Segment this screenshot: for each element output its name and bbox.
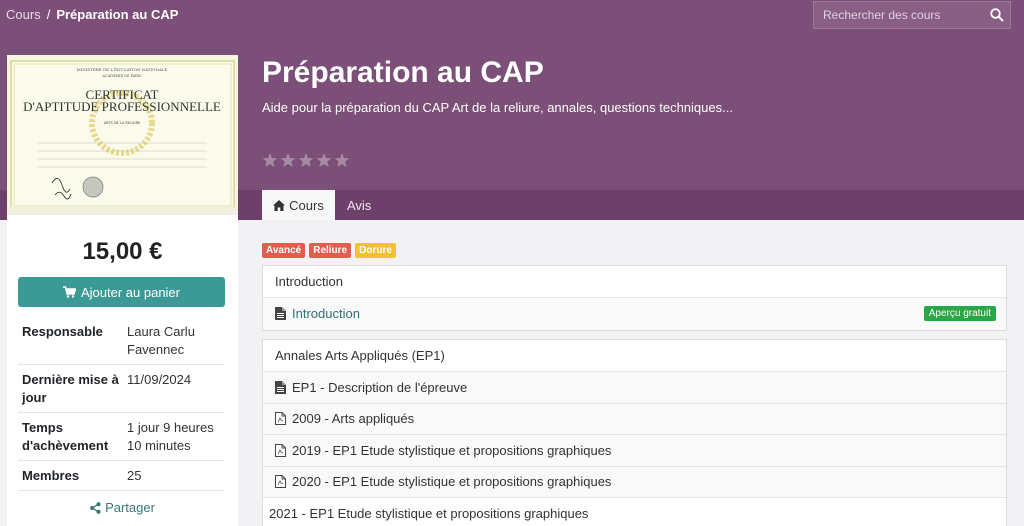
course-content: Avancé Reliure Dorure Introduction Intro…: [262, 243, 1007, 526]
info-key: Responsable: [22, 324, 103, 339]
course-price: 15,00 €: [82, 238, 163, 265]
search-input[interactable]: Rechercher des cours: [823, 8, 984, 22]
tab-avis-label: Avis: [347, 197, 372, 213]
lesson-label: 2019 - EP1 Etude stylistique et proposit…: [292, 442, 612, 458]
search-box[interactable]: Rechercher des cours: [813, 1, 1011, 29]
star-icon: [298, 153, 314, 167]
svg-text:ACADÉMIE DE PARIS: ACADÉMIE DE PARIS: [101, 73, 142, 78]
top-bar: Cours / Préparation au CAP Rechercher de…: [0, 0, 1024, 30]
tab-avis[interactable]: Avis: [347, 190, 371, 220]
breadcrumb-current: Préparation au CAP: [56, 7, 179, 22]
info-value: Laura Carlu Favennec: [127, 324, 195, 357]
pdf-icon: [275, 475, 286, 489]
section-introduction: Introduction Introduction Aperçu gratuit: [262, 265, 1007, 331]
info-row: Temps d'achèvement 1 jour 9 heures 10 mi…: [18, 413, 225, 461]
list-item[interactable]: 2021 - EP1 Etude stylistique et proposit…: [263, 498, 1006, 526]
info-key: Temps d'achèvement: [22, 420, 109, 453]
list-item[interactable]: Introduction Aperçu gratuit: [263, 298, 1006, 330]
info-row: Responsable Laura Carlu Favennec: [18, 317, 225, 365]
breadcrumb-root[interactable]: Cours: [6, 7, 41, 22]
lesson-label: 2021 - EP1 Etude stylistique et proposit…: [269, 506, 589, 522]
lesson-label: EP1 - Description de l'épreuve: [292, 379, 468, 395]
info-value: 1 jour 9 heures 10 minutes: [127, 420, 214, 453]
home-icon: [273, 199, 286, 211]
lesson-link[interactable]: Introduction: [292, 306, 360, 321]
pdf-icon: [275, 443, 286, 457]
tag-badge[interactable]: Avancé: [262, 243, 306, 258]
tab-cours[interactable]: Cours: [262, 190, 335, 220]
breadcrumb: Cours / Préparation au CAP: [6, 7, 178, 22]
info-row: Dernière mise à jour 11/09/2024: [18, 365, 225, 413]
info-value: 25: [127, 468, 142, 483]
search-icon[interactable]: [984, 2, 1010, 28]
section-title: Annales Arts Appliqués (EP1): [263, 340, 1006, 372]
list-item[interactable]: EP1 - Description de l'épreuve: [263, 372, 1006, 404]
list-item[interactable]: 2020 - EP1 Etude stylistique et proposit…: [263, 466, 1006, 498]
share-icon: [90, 501, 101, 514]
svg-text:ARTS DE LA RELIURE: ARTS DE LA RELIURE: [104, 121, 140, 125]
document-icon: [275, 307, 286, 321]
list-item[interactable]: 2019 - EP1 Etude stylistique et proposit…: [263, 435, 1006, 467]
info-value: 11/09/2024: [127, 372, 192, 387]
lesson-label: 2020 - EP1 Etude stylistique et proposit…: [292, 474, 612, 490]
course-info-table: Responsable Laura Carlu Favennec Dernièr…: [18, 317, 225, 491]
star-icon: [334, 153, 350, 167]
course-title: Préparation au CAP: [262, 56, 544, 89]
svg-text:D'APTITUDE PROFESSIONNELLE: D'APTITUDE PROFESSIONNELLE: [23, 99, 221, 114]
share-button[interactable]: Partager: [7, 500, 238, 515]
course-sidebar: MINISTÈRE DE L'ÉDUCATION NATIONALE ACADÉ…: [7, 55, 238, 526]
lesson-label: 2009 - Arts appliqués: [292, 411, 415, 427]
tag-badge[interactable]: Dorure: [355, 243, 396, 258]
rating-stars: [262, 152, 350, 168]
course-subtitle: Aide pour la préparation du CAP Art de l…: [262, 100, 733, 115]
svg-text:MINISTÈRE DE L'ÉDUCATION NATIO: MINISTÈRE DE L'ÉDUCATION NATIONALE: [77, 67, 168, 72]
star-icon: [262, 153, 278, 167]
add-to-cart-label: Ajouter au panier: [80, 284, 180, 300]
section-title: Introduction: [263, 266, 1006, 298]
breadcrumb-separator: /: [46, 7, 51, 22]
course-cover-image: MINISTÈRE DE L'ÉDUCATION NATIONALE ACADÉ…: [7, 55, 238, 215]
info-key: Dernière mise à jour: [22, 372, 119, 405]
add-to-cart-button[interactable]: Ajouter au panier: [18, 277, 225, 307]
tag-badge[interactable]: Reliure: [309, 243, 352, 258]
section-annales: Annales Arts Appliqués (EP1) EP1 - Descr…: [262, 339, 1007, 526]
cart-icon: [62, 286, 76, 298]
free-preview-badge: Aperçu gratuit: [923, 306, 996, 322]
list-item[interactable]: 2009 - Arts appliqués: [263, 403, 1006, 435]
info-row: Membres 25: [18, 461, 225, 491]
info-key: Membres: [22, 468, 80, 483]
document-icon: [275, 380, 286, 394]
star-icon: [280, 153, 296, 167]
pdf-icon: [275, 412, 286, 426]
tab-cours-label: Cours: [289, 197, 324, 213]
course-tags: Avancé Reliure Dorure: [262, 243, 1007, 258]
star-icon: [316, 153, 332, 167]
share-label: Partager: [105, 500, 155, 515]
